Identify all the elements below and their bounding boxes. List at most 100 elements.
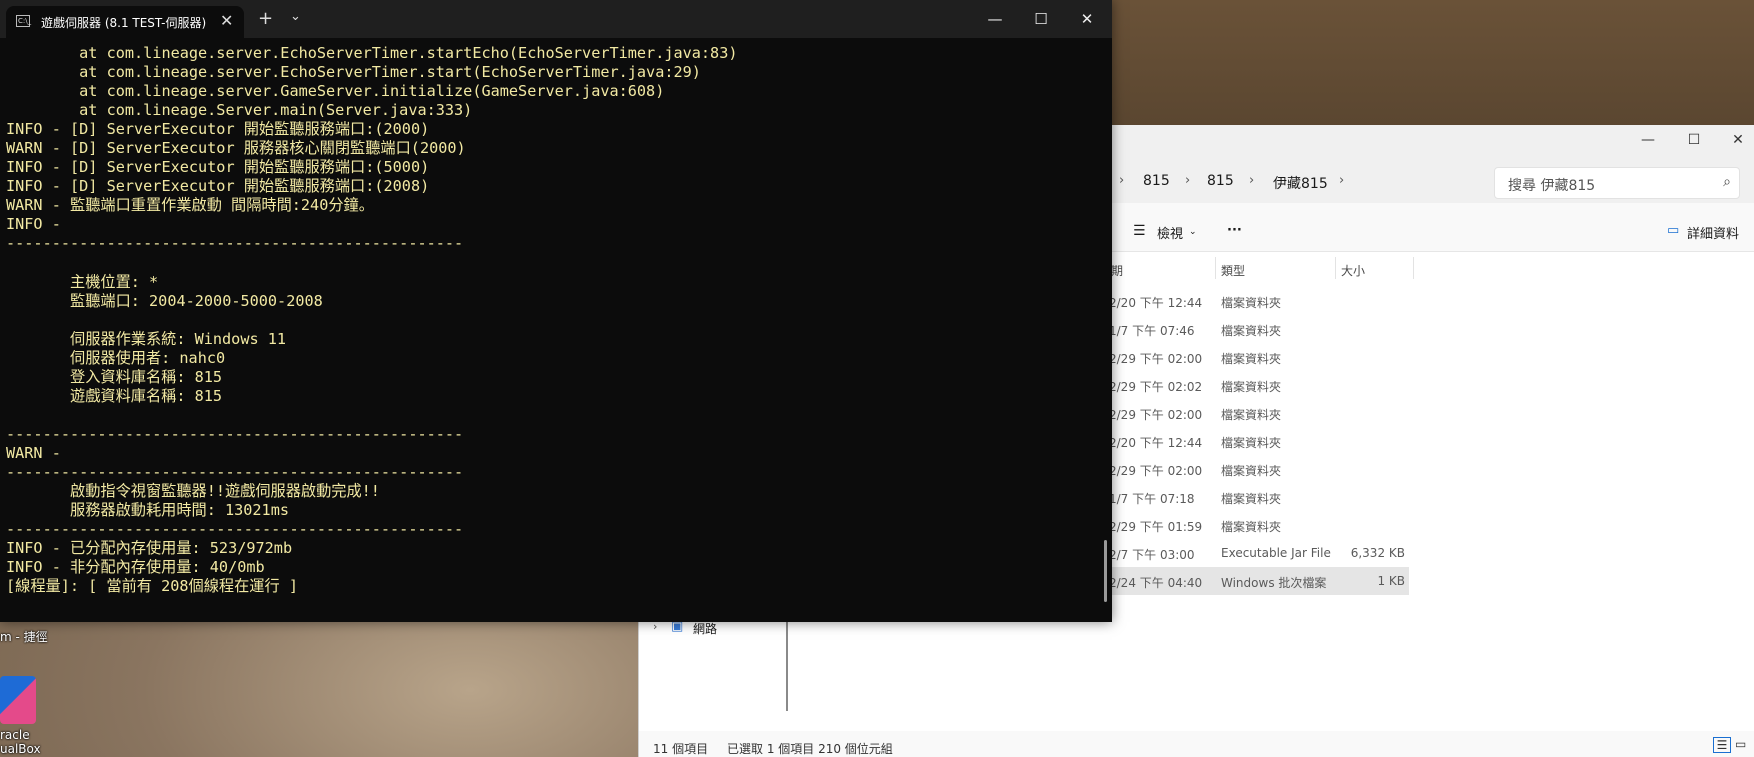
cell-date: 2/7 下午 03:00 — [1109, 548, 1195, 562]
terminal-line: INFO - 已分配內存使用量: 523/972mb — [6, 539, 293, 558]
cell-size: 6,332 KB — [1350, 546, 1405, 560]
desktop-vbox-label-2[interactable]: ualBox — [0, 742, 41, 756]
details-pane-icon: ▭ — [1667, 223, 1680, 238]
tiles-view-icon[interactable]: ▭ — [1735, 737, 1746, 751]
column-header-date[interactable]: 期 — [1111, 262, 1123, 279]
breadcrumb-item[interactable]: 815 — [1143, 173, 1170, 189]
terminal-tab[interactable]: C:\_ 遊戲伺服器 (8.1 TEST-伺服器) ✕ — [6, 6, 244, 38]
breadcrumb-separator[interactable]: › — [1339, 173, 1344, 188]
cell-type: 檔案資料夾 — [1221, 380, 1282, 394]
cell-type: 檔案資料夾 — [1221, 324, 1282, 338]
terminal-line: ----------------------------------------… — [6, 520, 464, 539]
cell-date: 1/7 下午 07:46 — [1109, 324, 1195, 338]
cell-type: Executable Jar File — [1221, 546, 1331, 560]
cell-type: 檔案資料夾 — [1221, 296, 1282, 310]
terminal-line: ----------------------------------------… — [6, 424, 464, 443]
terminal-line: INFO - [D] ServerExecutor 開始監聽服務端口:(2000… — [6, 120, 430, 139]
more-options-button[interactable]: ··· — [1227, 223, 1242, 238]
cell-date: 2/20 下午 12:44 — [1109, 296, 1203, 310]
cell-date: 2/24 下午 04:40 — [1109, 576, 1203, 590]
explorer-maximize-button[interactable]: ☐ — [1671, 125, 1717, 155]
terminal-line: at com.lineage.server.GameServer.initial… — [6, 82, 665, 101]
column-divider[interactable] — [1215, 257, 1216, 279]
cell-date: 2/29 下午 02:00 — [1109, 408, 1203, 422]
search-icon: ⌕ — [1723, 174, 1731, 190]
chevron-down-icon[interactable]: ⌄ — [290, 9, 301, 24]
column-divider[interactable] — [1413, 257, 1414, 279]
terminal-window: C:\_ 遊戲伺服器 (8.1 TEST-伺服器) ✕ + ⌄ — ☐ ✕ at… — [0, 0, 1112, 622]
view-icon: ☰ — [1133, 223, 1146, 239]
nav-network[interactable]: 網路 — [693, 620, 717, 637]
terminal-line: ----------------------------------------… — [6, 463, 464, 482]
breadcrumb-item[interactable]: 815 — [1207, 173, 1234, 189]
terminal-line: WARN - [D] ServerExecutor 服務器核心關閉監聽端口(20… — [6, 139, 466, 158]
status-selected: 已選取 1 個項目 210 個位元組 — [727, 742, 893, 756]
new-tab-button[interactable]: + — [258, 8, 273, 29]
breadcrumb-item[interactable]: 伊藏815 — [1273, 173, 1328, 193]
cell-date: 1/7 下午 07:18 — [1109, 492, 1195, 506]
terminal-minimize-button[interactable]: — — [972, 4, 1018, 34]
terminal-line: INFO - 非分配內存使用量: 40/0mb — [6, 558, 265, 577]
terminal-line: at com.lineage.server.EchoServerTimer.st… — [6, 44, 738, 62]
column-divider[interactable] — [1335, 257, 1336, 279]
cell-type: 檔案資料夾 — [1221, 520, 1282, 534]
terminal-maximize-button[interactable]: ☐ — [1018, 4, 1064, 34]
desktop-vbox-label-1[interactable]: racle — [0, 728, 30, 742]
cell-type: Windows 批次檔案 — [1221, 576, 1327, 590]
terminal-line: 登入資料庫名稱: 815 — [6, 367, 223, 386]
cell-type: 檔案資料夾 — [1221, 408, 1282, 422]
terminal-icon: C:\_ — [16, 15, 32, 27]
terminal-tab-title: 遊戲伺服器 (8.1 TEST-伺服器) — [41, 16, 207, 30]
cell-type: 檔案資料夾 — [1221, 436, 1282, 450]
cell-type: 檔案資料夾 — [1221, 492, 1282, 506]
chevron-down-icon: ⌄ — [1189, 227, 1197, 237]
terminal-line: at com.lineage.Server.main(Server.java:3… — [6, 101, 473, 120]
cell-type: 檔案資料夾 — [1221, 352, 1282, 366]
terminal-line: ----------------------------------------… — [6, 234, 464, 253]
terminal-output[interactable]: at com.lineage.server.EchoServerTimer.st… — [6, 44, 1100, 614]
terminal-line: 服務器啟動耗用時間: 13021ms — [6, 501, 289, 520]
breadcrumb-separator: › — [1119, 173, 1125, 188]
terminal-line: 遊戲資料庫名稱: 815 — [6, 386, 223, 405]
nav-scrollbar[interactable] — [786, 615, 788, 711]
view-button[interactable]: 檢視 — [1157, 223, 1183, 242]
explorer-minimize-button[interactable]: — — [1625, 125, 1671, 155]
search-placeholder: 搜尋 伊藏815 — [1508, 178, 1596, 194]
explorer-close-button[interactable]: ✕ — [1715, 125, 1754, 155]
cell-date: 2/29 下午 02:02 — [1109, 380, 1203, 394]
terminal-line: 主機位置: * — [6, 272, 159, 291]
terminal-close-button[interactable]: ✕ — [1064, 4, 1110, 34]
desktop-wallpaper-top — [1110, 0, 1754, 130]
terminal-line: INFO - [D] ServerExecutor 開始監聽服務端口:(5000… — [6, 158, 430, 177]
close-tab-icon[interactable]: ✕ — [220, 11, 233, 30]
virtualbox-icon[interactable] — [0, 676, 36, 724]
details-view-icon[interactable]: ☰ — [1713, 737, 1731, 753]
cell-date: 2/20 下午 12:44 — [1109, 436, 1203, 450]
terminal-line: 伺服器作業系統: Windows 11 — [6, 329, 287, 348]
terminal-line: INFO - [D] ServerExecutor 開始監聽服務端口:(2008… — [6, 177, 430, 196]
breadcrumb-separator: › — [1249, 173, 1255, 188]
terminal-line: 伺服器使用者: nahc0 — [6, 348, 226, 367]
terminal-line: WARN - — [6, 443, 61, 462]
cell-date: 2/29 下午 01:59 — [1109, 520, 1203, 534]
terminal-line: 監聽端口: 2004-2000-5000-2008 — [6, 291, 323, 310]
desktop-shortcut-label[interactable]: m - 捷徑 — [0, 628, 48, 645]
column-header-type[interactable]: 類型 — [1221, 262, 1245, 279]
cell-date: 2/29 下午 02:00 — [1109, 352, 1203, 366]
cell-size: 1 KB — [1377, 574, 1405, 588]
terminal-line: [線程量]: [ 當前有 208個線程在運行 ] — [6, 577, 298, 596]
terminal-line: 啟動指令視窗監聽器!!遊戲伺服器啟動完成!! — [6, 482, 380, 501]
terminal-line: at com.lineage.server.EchoServerTimer.st… — [6, 63, 701, 82]
terminal-scrollbar[interactable] — [1104, 540, 1107, 602]
terminal-line: WARN - 監聽端口重置作業啟動 間隔時間:240分鐘。 — [6, 196, 374, 215]
explorer-statusbar: 11 個項目 已選取 1 個項目 210 個位元組 ☰ ▭ — [639, 731, 1754, 757]
status-item-count: 11 個項目 — [653, 742, 709, 756]
column-header-size[interactable]: 大小 — [1341, 262, 1365, 279]
cell-type: 檔案資料夾 — [1221, 464, 1282, 478]
search-input[interactable]: 搜尋 伊藏815 ⌕ — [1494, 167, 1740, 199]
details-pane-button[interactable]: 詳細資料 — [1687, 223, 1739, 242]
terminal-line: INFO - — [6, 215, 61, 234]
